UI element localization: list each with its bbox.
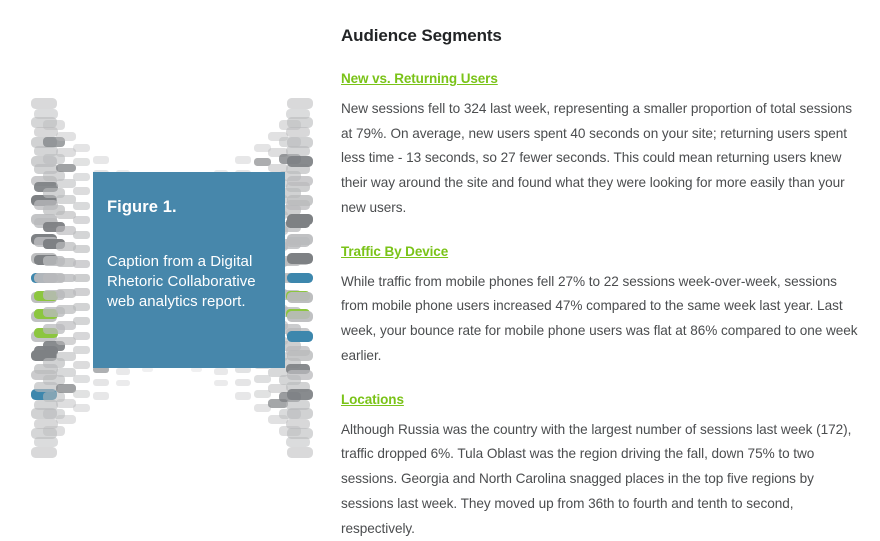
wall-tile [287,330,313,342]
figure-caption-text: Caption from a Digital Rhetoric Collabor… [107,252,256,310]
wall-tile [214,368,228,375]
wall-tile [31,447,57,458]
wall-tile [287,408,313,420]
report-content: Audience Segments New vs. Returning User… [341,0,865,536]
wall-tile [34,436,59,447]
wall-tile [214,379,228,387]
wall-tile [72,360,91,369]
section-link-locations[interactable]: Locations [341,392,404,407]
wall-tile [287,136,313,148]
page-title: Audience Segments [341,26,502,45]
wall-tile [72,187,91,196]
wall-tile [72,201,91,210]
wall-tile [287,253,313,264]
wall-tile [55,163,76,173]
wall-tile [287,350,313,361]
wall-tile [287,175,313,187]
wall-tile [72,302,91,311]
wall-tile [287,389,313,400]
section-locations: Locations Although Russia was the countr… [341,391,865,541]
wall-tile [287,272,313,284]
wall-tile [72,317,91,326]
wall-tile [92,379,109,387]
wall-tile [287,311,313,323]
wall-tile [72,158,91,167]
wall-tile [287,156,313,167]
wall-tile [72,389,91,398]
figure-number-label: Figure 1. [107,198,177,216]
wall-tile [72,288,91,297]
wall-tile [42,120,65,130]
wall-tile [287,369,313,381]
wall-tile [287,427,313,439]
wall-tile [235,156,251,164]
wall-tile [55,352,76,362]
section-traffic-by-device: Traffic By Device While traffic from mob… [341,243,865,369]
wall-tile [287,117,313,129]
wall-tile [31,98,57,109]
wall-tile [287,98,313,109]
figure-caption-box: Figure 1. Caption from a Digital Rhetori… [93,172,285,368]
wall-tile [287,214,313,226]
section-body-traffic-by-device: While traffic from mobile phones fell 27… [341,273,858,363]
wall-tile [287,292,313,303]
figure-illustration: Figure 1. Caption from a Digital Rhetori… [0,0,330,522]
wall-tile [72,144,91,153]
wall-tile [287,195,313,206]
wall-tile [72,245,91,254]
wall-tile [287,447,313,458]
wall-tile [55,194,76,204]
wall-tile [42,426,65,436]
wall-tile [72,403,91,412]
wall-tile [72,375,91,384]
wall-tile [72,259,91,268]
wall-tile [72,230,91,239]
section-body-locations: Although Russia was the country with the… [341,421,852,536]
wall-tile [92,156,109,164]
wall-tile [116,379,130,387]
wall-tile [235,392,251,400]
wall-tile [72,273,91,282]
section-new-vs-returning-users: New vs. Returning Users New sessions fel… [341,70,865,221]
wall-tile [55,368,76,377]
wall-tile [116,368,130,375]
wall-tile [235,379,251,387]
wall-tile [55,179,76,188]
wall-tile [92,392,109,400]
section-body-new-vs-returning-users: New sessions fell to 324 last week, repr… [341,101,852,215]
wall-tile [72,216,91,225]
wall-tile [55,415,76,424]
wall-tile [285,127,310,138]
section-link-traffic-by-device[interactable]: Traffic By Device [341,244,448,259]
wall-tile [72,346,91,355]
wall-tile [72,172,91,181]
wall-tile [72,331,91,340]
section-link-new-vs-returning-users[interactable]: New vs. Returning Users [341,71,498,86]
report-page: Figure 1. Caption from a Digital Rhetori… [0,0,880,536]
wall-tile [287,233,313,245]
wall-tile [55,132,76,141]
wall-tile [34,109,59,120]
